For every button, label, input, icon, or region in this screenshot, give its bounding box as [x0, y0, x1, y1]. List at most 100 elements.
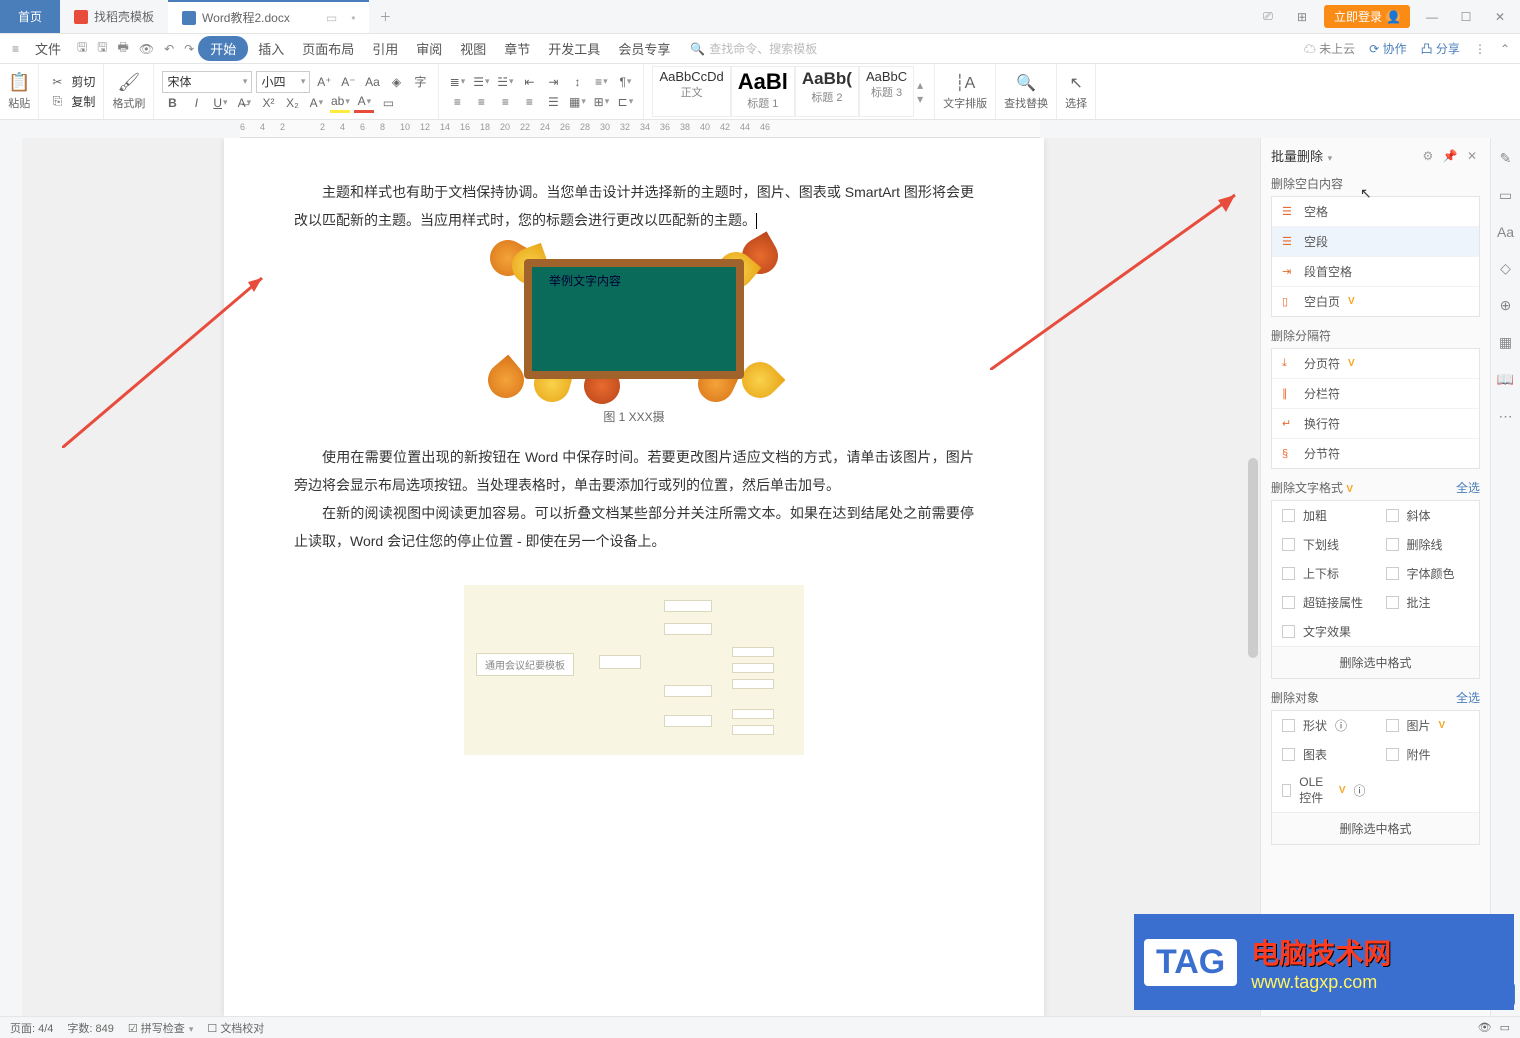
item-leading-space[interactable]: ⇥段首空格	[1272, 257, 1479, 287]
text-effect-icon[interactable]: A▾	[306, 93, 326, 113]
chk-subsup[interactable]: 上下标	[1272, 559, 1376, 588]
line-spacing-icon[interactable]: ≡▾	[591, 72, 611, 92]
style-h2[interactable]: AaBb(标题 2	[795, 66, 859, 117]
menu-review[interactable]: 审阅	[408, 35, 450, 62]
print-icon[interactable]: 🖶	[116, 38, 131, 59]
more-icon[interactable]: ⋮	[1474, 42, 1486, 56]
select-all-format[interactable]: 全选	[1456, 479, 1480, 496]
mt-select-icon[interactable]: ▭	[1499, 187, 1512, 204]
tab-home[interactable]: 首页	[0, 0, 60, 33]
save-as-icon[interactable]: 🖫	[95, 38, 109, 59]
brush-icon[interactable]: 🖌	[118, 72, 141, 93]
menu-insert[interactable]: 插入	[250, 35, 292, 62]
item-colbreak[interactable]: ∥分栏符	[1272, 379, 1479, 409]
mt-shape-icon[interactable]: ◇	[1500, 260, 1511, 277]
mt-layout-icon[interactable]: ▦	[1499, 334, 1512, 351]
tab-document[interactable]: Word教程2.docx ▭ •	[168, 0, 369, 33]
multilevel-icon[interactable]: ☱▾	[495, 72, 515, 92]
borders-icon[interactable]: ⊞▾	[591, 92, 611, 112]
item-linebreak[interactable]: ↵换行符	[1272, 409, 1479, 439]
menu-section[interactable]: 章节	[496, 35, 538, 62]
mt-style-icon[interactable]: Aa	[1497, 224, 1514, 240]
inc-indent-icon[interactable]: ⇥	[543, 72, 563, 92]
gear-icon[interactable]: ⚙	[1420, 149, 1437, 163]
chk-link[interactable]: 超链接属性	[1272, 588, 1376, 617]
image-chalkboard[interactable]: 举例文字内容	[494, 244, 774, 394]
mt-pen-icon[interactable]: ✎	[1500, 150, 1512, 167]
align-right-icon[interactable]: ≡	[495, 92, 515, 112]
menu-start[interactable]: 开始	[198, 36, 248, 61]
tab-add[interactable]: ＋	[369, 0, 401, 33]
chk-effect[interactable]: 文字效果	[1272, 617, 1376, 646]
paste-icon[interactable]: 📋	[8, 72, 30, 93]
menu-icon[interactable]: ≡	[10, 42, 21, 56]
vertical-ruler[interactable]	[0, 138, 22, 1016]
chk-underline[interactable]: 下划线	[1272, 530, 1376, 559]
highlight-icon[interactable]: ab▾	[330, 93, 350, 113]
strike-icon[interactable]: A̶▾	[234, 93, 254, 113]
align-center-icon[interactable]: ≡	[471, 92, 491, 112]
show-marks-icon[interactable]: ¶▾	[615, 72, 635, 92]
status-page[interactable]: 页面: 4/4	[10, 1020, 53, 1036]
menu-vip[interactable]: 会员专享	[610, 35, 678, 62]
chk-shape[interactable]: 形状 ⓘ	[1272, 711, 1376, 740]
chk-chart[interactable]: 图表	[1272, 740, 1376, 769]
bold-icon[interactable]: B	[162, 93, 182, 113]
shrink-font-icon[interactable]: A⁻	[338, 72, 358, 92]
style-down-icon[interactable]: ▾	[917, 92, 923, 106]
close-icon[interactable]: ✕	[1488, 10, 1512, 24]
pin-icon[interactable]: 📌	[1440, 149, 1461, 163]
maximize-icon[interactable]: ☐	[1454, 10, 1478, 24]
style-up-icon[interactable]: ▴	[917, 78, 923, 92]
print-preview-icon[interactable]: 👁	[137, 42, 156, 56]
font-size-select[interactable]: 小四▾	[256, 71, 310, 93]
mt-read-icon[interactable]: 📖	[1497, 371, 1514, 388]
select-all-object[interactable]: 全选	[1456, 689, 1480, 706]
group-find[interactable]: 🔍 查找替换	[996, 64, 1057, 119]
cut-icon[interactable]: ✂	[47, 72, 67, 92]
style-h3[interactable]: AaBbC标题 3	[859, 66, 914, 117]
status-words[interactable]: 字数: 849	[67, 1020, 113, 1036]
font-color-icon[interactable]: A▾	[354, 93, 374, 113]
subscript-icon[interactable]: X₂	[282, 93, 302, 113]
apps-icon[interactable]: ⊞	[1290, 10, 1314, 24]
menu-layout[interactable]: 页面布局	[294, 35, 362, 62]
chk-fontcolor[interactable]: 字体颜色	[1376, 559, 1480, 588]
vertical-scrollbar[interactable]	[1246, 138, 1260, 1016]
view-eye-icon[interactable]: 👁	[1478, 1021, 1492, 1034]
shading-icon[interactable]: ▦▾	[567, 92, 587, 112]
align-left-icon[interactable]: ≡	[447, 92, 467, 112]
document-viewport[interactable]: 主题和样式也有助于文档保持协调。当您单击设计并选择新的主题时，图片、图表或 Sm…	[22, 138, 1246, 1016]
numbering-icon[interactable]: ☰▾	[471, 72, 491, 92]
menu-view[interactable]: 视图	[452, 35, 494, 62]
cloud-status[interactable]: ☁ 未上云	[1304, 40, 1355, 57]
command-search[interactable]: 🔍 查找命令、搜索模板	[690, 40, 817, 57]
distribute-icon[interactable]: ☰	[543, 92, 563, 112]
group-select[interactable]: ↖ 选择	[1057, 64, 1096, 119]
item-blank-para[interactable]: ☰空段	[1272, 227, 1479, 257]
menu-dev[interactable]: 开发工具	[540, 35, 608, 62]
chk-attach[interactable]: 附件	[1376, 740, 1480, 769]
grow-font-icon[interactable]: A⁺	[314, 72, 334, 92]
status-proof[interactable]: ☐ 文档校对	[207, 1020, 264, 1036]
tabs-icon[interactable]: ⊏▾	[615, 92, 635, 112]
dec-indent-icon[interactable]: ⇤	[519, 72, 539, 92]
image-mindmap[interactable]: 通用会议纪要模板	[464, 585, 804, 755]
tab-close-icon[interactable]: •	[351, 11, 355, 25]
chk-strike[interactable]: 删除线	[1376, 530, 1480, 559]
copy-icon[interactable]: ⎘	[47, 92, 67, 112]
collapse-ribbon-icon[interactable]: ⌃	[1500, 42, 1510, 56]
chk-image[interactable]: 图片 V	[1376, 711, 1480, 740]
undo-icon[interactable]: ↶	[162, 42, 176, 56]
align-justify-icon[interactable]: ≡	[519, 92, 539, 112]
item-pagebreak[interactable]: ⤓分页符 V	[1272, 349, 1479, 379]
mt-more-icon[interactable]: ⋯	[1499, 408, 1513, 425]
chk-ole[interactable]: OLE控件 V ⓘ	[1272, 769, 1376, 812]
layout-icon[interactable]: ⎚	[1256, 9, 1280, 24]
delete-format-button[interactable]: 删除选中格式	[1272, 646, 1479, 678]
clear-format-icon[interactable]: ◈	[386, 72, 406, 92]
menu-ref[interactable]: 引用	[364, 35, 406, 62]
underline-icon[interactable]: U▾	[210, 93, 230, 113]
mt-ruler-icon[interactable]: ⊕	[1500, 297, 1512, 314]
phonetic-icon[interactable]: 字	[410, 72, 430, 92]
